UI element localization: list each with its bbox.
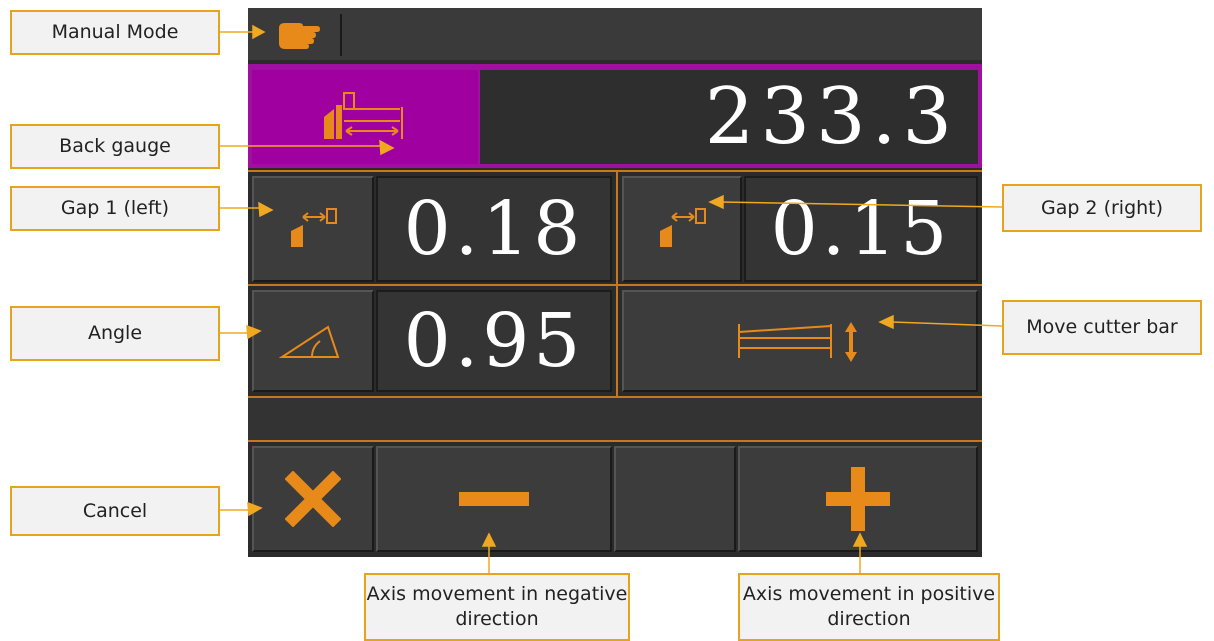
callout-arrows (220, 24, 1003, 573)
